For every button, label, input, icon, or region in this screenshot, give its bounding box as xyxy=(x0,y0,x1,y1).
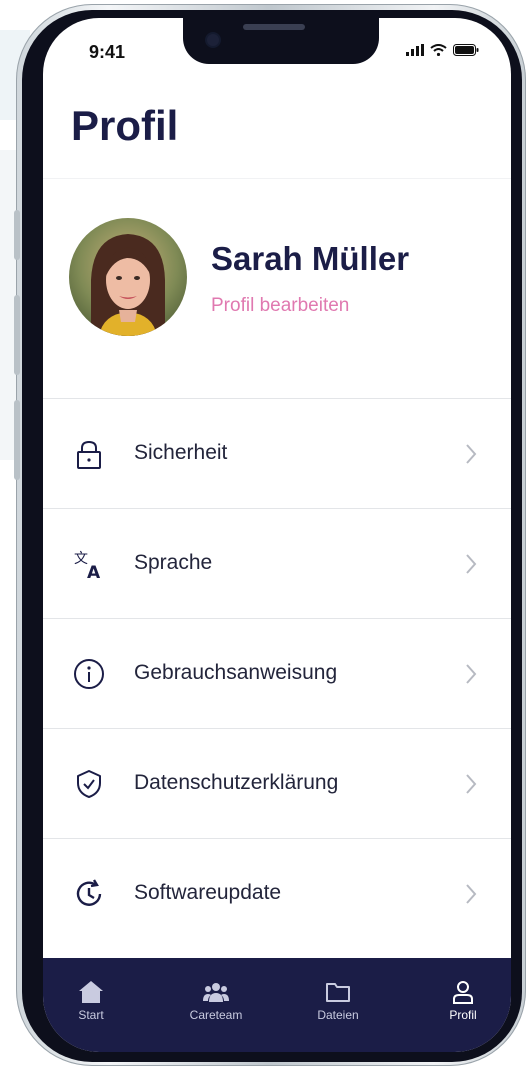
menu-item-softwareupdate[interactable]: Softwareupdate xyxy=(43,838,511,948)
person-icon xyxy=(453,981,473,1004)
menu-item-label: Sicherheit xyxy=(134,441,228,464)
edit-profile-link[interactable]: Profil bearbeiten xyxy=(211,295,349,317)
chevron-right-icon xyxy=(466,884,477,904)
chevron-right-icon xyxy=(466,554,477,574)
chevron-right-icon xyxy=(466,664,477,684)
folder-icon xyxy=(326,983,350,1002)
menu-item-sprache[interactable]: 文 A Sprache xyxy=(43,508,511,618)
chevron-right-icon xyxy=(466,774,477,794)
update-clock-icon xyxy=(76,879,102,906)
volume-up-button xyxy=(14,210,20,260)
menu-item-sicherheit[interactable]: Sicherheit xyxy=(43,398,511,508)
speaker xyxy=(243,24,305,30)
mute-switch xyxy=(14,400,20,480)
avatar-photo xyxy=(69,218,187,336)
tab-label: Start xyxy=(78,1008,104,1022)
info-icon xyxy=(74,659,104,689)
tab-careteam[interactable]: Careteam xyxy=(176,980,256,1022)
tab-label: Profil xyxy=(449,1008,477,1022)
wifi-icon xyxy=(430,44,447,56)
battery-icon xyxy=(453,44,479,56)
svg-text:A: A xyxy=(87,563,101,580)
signal-icon xyxy=(406,44,424,56)
page-title: Profil xyxy=(71,102,179,149)
menu-item-gebrauchsanweisung[interactable]: Gebrauchsanweisung xyxy=(43,618,511,728)
app-screen: 9:41 Profil Sarah Müller Profil bearbeit… xyxy=(43,18,511,1052)
settings-menu: Sicherheit 文 A Sprache Gebrauchsanweisun… xyxy=(43,398,511,948)
menu-item-label: Sprache xyxy=(134,551,213,574)
team-icon xyxy=(203,983,229,1002)
tab-start[interactable]: Start xyxy=(51,980,131,1022)
status-time: 9:41 xyxy=(89,42,126,62)
user-name: Sarah Müller xyxy=(211,240,410,277)
home-icon xyxy=(79,981,103,1003)
avatar xyxy=(69,218,187,336)
tab-profil[interactable]: Profil xyxy=(423,980,503,1022)
volume-down-button xyxy=(14,295,20,375)
menu-item-datenschutz[interactable]: Datenschutzerklärung xyxy=(43,728,511,838)
tab-dateien[interactable]: Dateien xyxy=(298,980,378,1022)
tab-label: Dateien xyxy=(317,1008,359,1022)
menu-item-label: Gebrauchsanweisung xyxy=(134,661,338,684)
menu-item-label: Softwareupdate xyxy=(134,881,282,904)
translate-icon: 文 A xyxy=(74,551,101,580)
svg-text:文: 文 xyxy=(74,551,88,567)
front-camera xyxy=(207,34,219,46)
status-icons xyxy=(406,44,479,56)
menu-item-label: Datenschutzerklärung xyxy=(134,771,339,794)
shield-check-icon xyxy=(77,770,101,798)
header-divider xyxy=(43,178,511,179)
tab-label: Careteam xyxy=(189,1008,243,1022)
chevron-right-icon xyxy=(466,444,477,464)
lock-icon xyxy=(77,440,101,469)
bottom-tab-bar: Start Careteam Dateien Profil xyxy=(43,958,511,1052)
